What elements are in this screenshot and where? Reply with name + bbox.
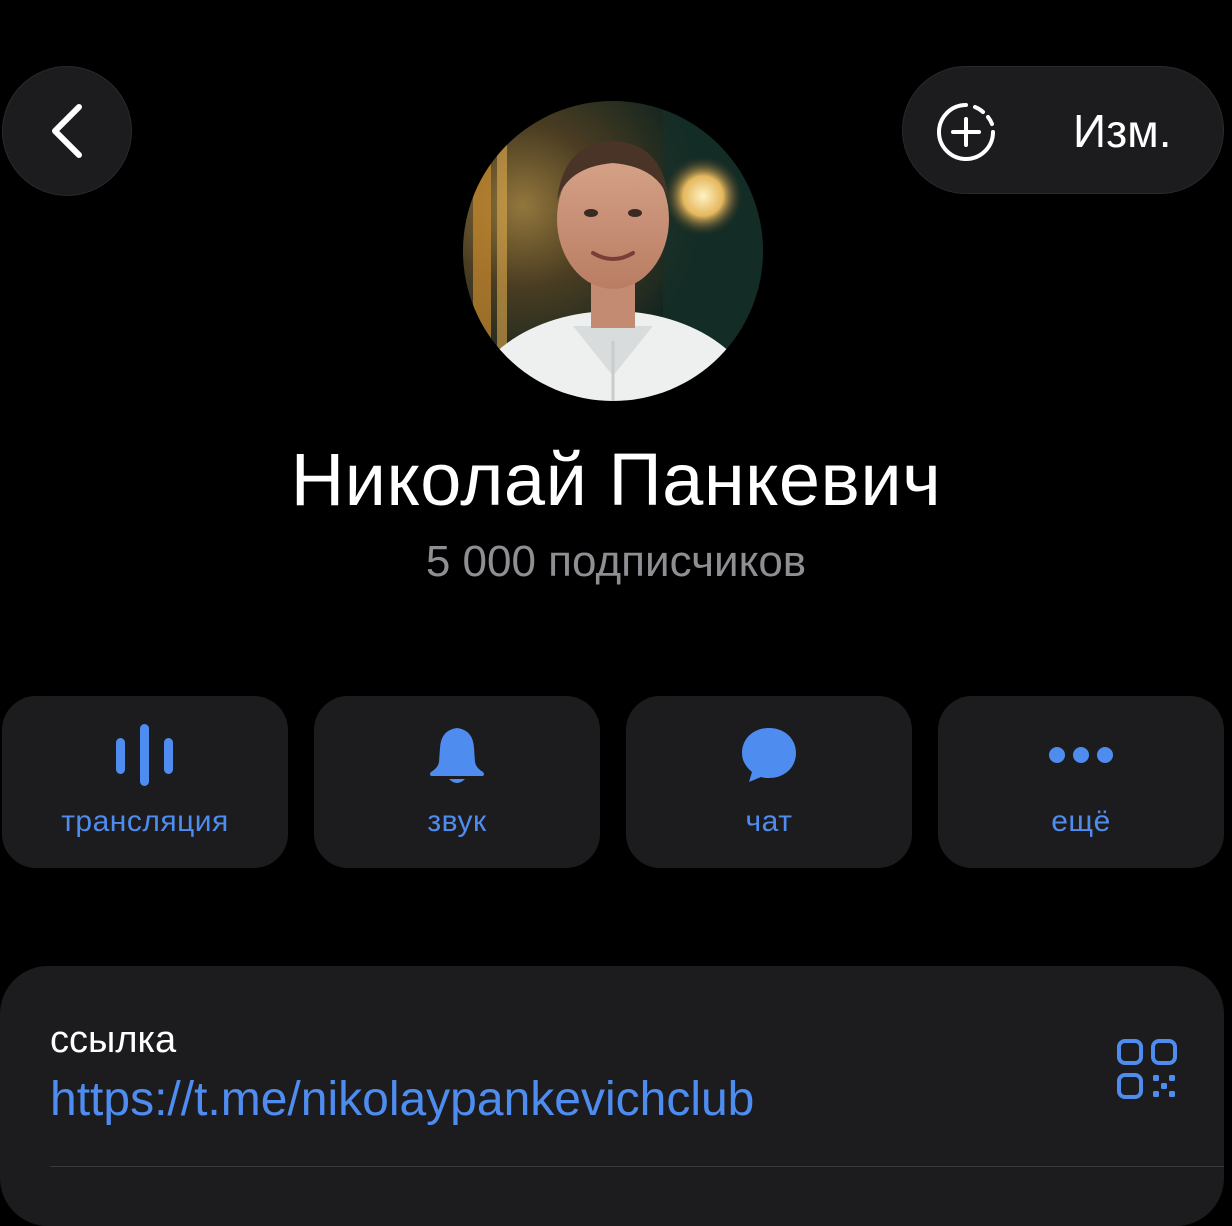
- more-dots-icon: [938, 722, 1224, 788]
- livestream-button[interactable]: трансляция: [2, 696, 288, 868]
- edit-bar: Изм.: [902, 66, 1224, 194]
- chat-label: чат: [745, 805, 793, 838]
- sound-label: звук: [427, 805, 487, 838]
- sound-button[interactable]: звук: [314, 696, 600, 868]
- info-card: ссылка https://t.me/nikolaypankevichclub: [0, 966, 1224, 1226]
- edit-button[interactable]: Изм.: [1073, 105, 1172, 157]
- profile-name: Николай Панкевич: [290, 438, 942, 521]
- subscriber-count: 5 000 подписчиков: [425, 537, 807, 586]
- channel-link[interactable]: https://t.me/nikolaypankevichclub: [50, 1070, 754, 1130]
- chevron-left-icon: [47, 101, 87, 161]
- avatar[interactable]: [463, 101, 763, 401]
- more-button[interactable]: ещё: [938, 696, 1224, 868]
- more-label: ещё: [1051, 805, 1111, 838]
- action-row: трансляция звук чат ещё: [0, 696, 1232, 868]
- livestream-label: трансляция: [61, 805, 229, 838]
- add-story-icon[interactable]: [935, 101, 997, 163]
- chat-button[interactable]: чат: [626, 696, 912, 868]
- chat-bubble-icon: [626, 722, 912, 788]
- link-caption: ссылка: [50, 1019, 177, 1061]
- qr-code-icon[interactable]: [1116, 1038, 1178, 1100]
- back-button[interactable]: [2, 66, 132, 196]
- livestream-waveform-icon: [2, 722, 288, 788]
- bell-icon: [314, 722, 600, 788]
- divider: [50, 1166, 1224, 1167]
